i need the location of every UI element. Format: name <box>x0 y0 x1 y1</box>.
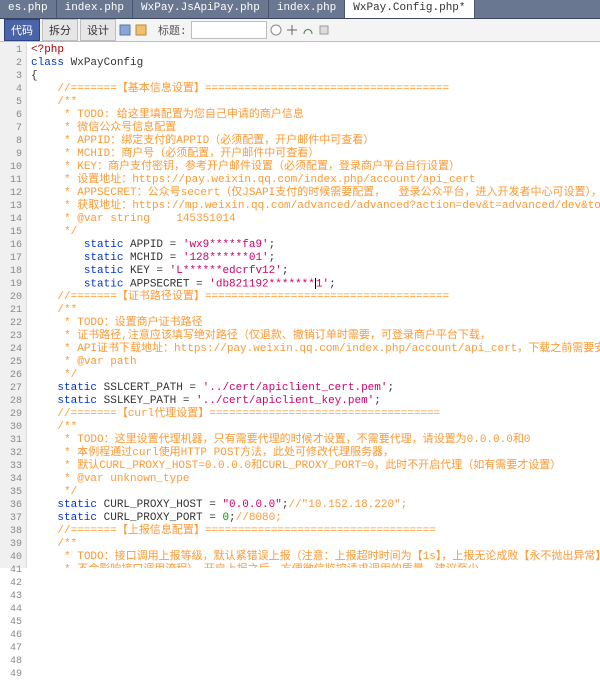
view-toolbar: 代码 拆分 设计 标题: <box>0 19 600 42</box>
code-line[interactable]: static CURL_PROXY_PORT = 0;//8080; <box>31 512 596 525</box>
code-line[interactable]: */ <box>31 486 596 499</box>
code-view-btn[interactable]: 代码 <box>4 19 40 41</box>
code-line[interactable]: * 设置地址：https://pay.weixin.qq.com/index.p… <box>31 174 596 187</box>
code-line[interactable]: * 不会影响接口调用流程），开启上报之后，方便微信监控请求调用的质量，建议至少 <box>31 564 596 568</box>
code-line[interactable]: static SSLKEY_PATH = '../cert/apiclient_… <box>31 395 596 408</box>
code-line[interactable]: * TODO：这里设置代理机器，只有需要代理的时候才设置，不需要代理，请设置为0… <box>31 434 596 447</box>
code-line[interactable]: static MCHID = '128******01'; <box>31 252 596 265</box>
toolbar-icon[interactable] <box>134 23 148 37</box>
line-gutter: 1234567891011121314151617181920212223242… <box>0 42 27 568</box>
code-line[interactable]: * API证书下载地址：https://pay.weixin.qq.com/in… <box>31 343 596 356</box>
file-tabs: es.phpindex.phpWxPay.JsApiPay.phpindex.p… <box>0 0 600 19</box>
code-line[interactable]: */ <box>31 226 596 239</box>
code-editor[interactable]: <?phpclass WxPayConfig{ //=======【基本信息设置… <box>27 42 600 568</box>
code-line[interactable]: * MCHID：商户号（必须配置，开户邮件中可查看） <box>31 148 596 161</box>
file-tab[interactable]: index.php <box>57 0 133 18</box>
code-line[interactable]: class WxPayConfig <box>31 57 596 70</box>
code-line[interactable]: * TODO：接口调用上报等级，默认紧错误上报（注意：上报超时时间为【1s】，上… <box>31 551 596 564</box>
code-line[interactable]: * APPSECRET：公众号secert（仅JSAPI支付的时候需要配置， 登… <box>31 187 596 200</box>
code-line[interactable]: static KEY = 'L******edcrfv12'; <box>31 265 596 278</box>
code-line[interactable]: * @var string 145351014 <box>31 213 596 226</box>
file-tab[interactable]: index.php <box>269 0 345 18</box>
code-line[interactable]: //=======【上报信息配置】=======================… <box>31 525 596 538</box>
code-line[interactable]: * 默认CURL_PROXY_HOST=0.0.0.0和CURL_PROXY_P… <box>31 460 596 473</box>
code-line[interactable]: * @var unknown_type <box>31 473 596 486</box>
code-line[interactable]: <?php <box>31 44 596 57</box>
code-line[interactable]: { <box>31 70 596 83</box>
code-line[interactable]: * 本例程通过curl使用HTTP POST方法，此处可修改代理服务器， <box>31 447 596 460</box>
code-line[interactable]: //=======【证书路径设置】=======================… <box>31 291 596 304</box>
code-line[interactable]: * TODO：设置商户证书路径 <box>31 317 596 330</box>
code-line[interactable]: */ <box>31 369 596 382</box>
code-line[interactable]: * APPID：绑定支付的APPID（必须配置，开户邮件中可查看） <box>31 135 596 148</box>
code-line[interactable]: //=======【curl代理设置】=====================… <box>31 408 596 421</box>
code-line[interactable]: * 获取地址：https://mp.weixin.qq.com/advanced… <box>31 200 596 213</box>
toolbar-icon[interactable] <box>285 23 299 37</box>
code-line[interactable]: * KEY：商户支付密钥，参考开户邮件设置（必须配置，登录商户平台自行设置） <box>31 161 596 174</box>
split-view-btn[interactable]: 拆分 <box>42 19 78 41</box>
file-tab[interactable]: WxPay.JsApiPay.php <box>133 0 269 18</box>
code-line[interactable]: /** <box>31 96 596 109</box>
toolbar-icon[interactable] <box>269 23 283 37</box>
file-tab[interactable]: es.php <box>0 0 57 18</box>
toolbar-icon[interactable] <box>118 23 132 37</box>
code-line[interactable]: * 微信公众号信息配置 <box>31 122 596 135</box>
file-tab[interactable]: WxPay.Config.php* <box>345 0 474 18</box>
code-line[interactable]: * 证书路径,注意应该填写绝对路径（仅退款、撤销订单时需要，可登录商户平台下载， <box>31 330 596 343</box>
code-line[interactable]: static APPID = 'wx9*****fa9'; <box>31 239 596 252</box>
code-line[interactable]: static APPSECRET = 'db821192*******1'; <box>31 278 596 291</box>
toolbar-icon[interactable] <box>317 23 331 37</box>
code-line[interactable]: static SSLCERT_PATH = '../cert/apiclient… <box>31 382 596 395</box>
code-line[interactable]: //=======【基本信息设置】=======================… <box>31 83 596 96</box>
code-line[interactable]: * @var path <box>31 356 596 369</box>
code-line[interactable]: /** <box>31 421 596 434</box>
code-line[interactable]: static CURL_PROXY_HOST = "0.0.0.0";//"10… <box>31 499 596 512</box>
title-label: 标题: <box>158 22 187 38</box>
toolbar-icon[interactable] <box>301 23 315 37</box>
code-line[interactable]: /** <box>31 304 596 317</box>
code-line[interactable]: * TODO: 给这里填配置为您自己申请的商户信息 <box>31 109 596 122</box>
title-input[interactable] <box>191 21 267 39</box>
design-view-btn[interactable]: 设计 <box>80 19 116 41</box>
code-line[interactable]: /** <box>31 538 596 551</box>
